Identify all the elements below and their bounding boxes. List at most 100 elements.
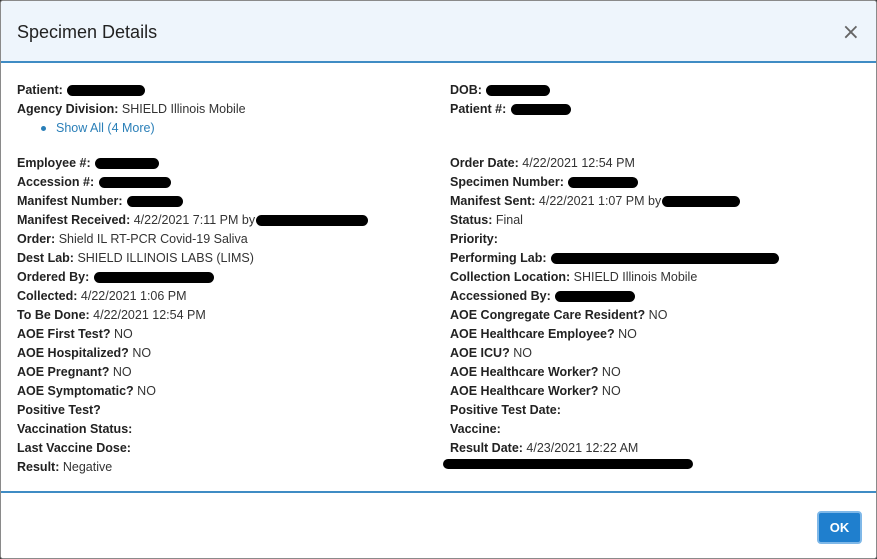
field-value: 4/22/2021 12:54 PM bbox=[522, 156, 635, 170]
field-ordered-by: Ordered By: bbox=[17, 268, 427, 287]
show-all-list-item: Show All (4 More) bbox=[17, 119, 427, 138]
close-icon[interactable]: × bbox=[842, 22, 860, 44]
field-positive-test: Positive Test? bbox=[17, 401, 427, 420]
field-value: SHIELD ILLINOIS LABS (LIMS) bbox=[77, 251, 254, 265]
field-collection-location: Collection Location: SHIELD Illinois Mob… bbox=[450, 268, 860, 287]
field-label: Manifest Received: bbox=[17, 213, 131, 227]
field-aoe-healthcare-worker: AOE Healthcare Worker? NO bbox=[450, 363, 860, 382]
field-label: AOE ICU? bbox=[450, 346, 510, 360]
field-label: Patient: bbox=[17, 83, 63, 97]
field-value: Shield IL RT-PCR Covid-19 Saliva bbox=[58, 232, 248, 246]
field-value: 4/22/2021 12:54 PM bbox=[93, 308, 206, 322]
field-label: Positive Test? bbox=[17, 403, 101, 417]
field-value: NO bbox=[114, 327, 133, 341]
field-order: Order: Shield IL RT-PCR Covid-19 Saliva bbox=[17, 230, 427, 249]
field-manifest-number: Manifest Number: bbox=[17, 192, 427, 211]
field-status: Status: Final bbox=[450, 211, 860, 230]
left-column: Patient: Agency Division: SHIELD Illinoi… bbox=[17, 81, 427, 477]
field-label: Order: bbox=[17, 232, 56, 246]
dialog-header: Specimen Details × bbox=[1, 1, 876, 63]
field-aoe-symptomatic: AOE Symptomatic? NO bbox=[17, 382, 427, 401]
field-label: Ordered By: bbox=[17, 270, 90, 284]
field-value: NO bbox=[601, 384, 621, 398]
field-label: AOE Symptomatic? bbox=[17, 384, 134, 398]
field-label: Priority: bbox=[450, 232, 498, 246]
field-label: Collected: bbox=[17, 289, 78, 303]
field-vaccination-status: Vaccination Status: bbox=[17, 420, 427, 439]
field-label: Positive Test Date: bbox=[450, 403, 561, 417]
field-label: Dest Lab: bbox=[17, 251, 74, 265]
field-label: Status: bbox=[450, 213, 493, 227]
field-value: SHIELD Illinois Mobile bbox=[121, 102, 246, 116]
field-value: NO bbox=[112, 365, 132, 379]
field-label: Employee #: bbox=[17, 156, 91, 170]
field-agency-division: Agency Division: SHIELD Illinois Mobile bbox=[17, 100, 427, 119]
field-aoe-healthcare-worker: AOE Healthcare Worker? NO bbox=[450, 382, 860, 401]
bullet-icon bbox=[41, 126, 46, 132]
field-value: 4/22/2021 7:11 PM by bbox=[133, 213, 256, 227]
field-to-be-done: To Be Done: 4/22/2021 12:54 PM bbox=[17, 306, 427, 325]
field-patient: Patient: bbox=[17, 81, 427, 100]
field-label: AOE Healthcare Worker? bbox=[450, 365, 599, 379]
field-label: AOE Healthcare Employee? bbox=[450, 327, 615, 341]
field-collected: Collected: 4/22/2021 1:06 PM bbox=[17, 287, 427, 306]
field-value: NO bbox=[648, 308, 668, 322]
field-last-vaccine-dose: Last Vaccine Dose: bbox=[17, 439, 427, 458]
field-label: Patient #: bbox=[450, 102, 507, 116]
field-label: Performing Lab: bbox=[450, 251, 547, 265]
field-value: NO bbox=[618, 327, 637, 341]
field-specimen-number: Specimen Number: bbox=[450, 173, 860, 192]
field-label: AOE Pregnant? bbox=[17, 365, 110, 379]
field-value: 4/22/2021 1:06 PM bbox=[80, 289, 187, 303]
field-dob: DOB: bbox=[450, 81, 860, 100]
field-label: Accessioned By: bbox=[450, 289, 551, 303]
right-column: DOB: Patient #: Order Date: 4/22/2021 12… bbox=[450, 81, 860, 458]
redaction-mark bbox=[443, 459, 693, 469]
field-aoe-congregate-care-resident: AOE Congregate Care Resident? NO bbox=[450, 306, 860, 325]
field-priority: Priority: bbox=[450, 230, 860, 249]
redaction-mark bbox=[555, 291, 636, 303]
redaction-mark bbox=[486, 85, 551, 97]
field-employee: Employee #: bbox=[17, 154, 427, 173]
redaction-mark bbox=[67, 85, 146, 97]
field-value: Final bbox=[495, 213, 523, 227]
field-result-date: Result Date: 4/23/2021 12:22 AM bbox=[450, 439, 860, 458]
field-aoe-icu: AOE ICU? NO bbox=[450, 344, 860, 363]
field-label: Accession #: bbox=[17, 175, 95, 189]
field-label: AOE Healthcare Worker? bbox=[450, 384, 599, 398]
field-value: 4/23/2021 12:22 AM bbox=[526, 441, 639, 455]
field-dest-lab: Dest Lab: SHIELD ILLINOIS LABS (LIMS) bbox=[17, 249, 427, 268]
field-value: 4/22/2021 1:07 PM by bbox=[538, 194, 662, 208]
field-value: NO bbox=[513, 346, 532, 360]
field-manifest-received: Manifest Received: 4/22/2021 7:11 PM by bbox=[17, 211, 427, 230]
field-vaccine: Vaccine: bbox=[450, 420, 860, 439]
field-manifest-sent: Manifest Sent: 4/22/2021 1:07 PM by bbox=[450, 192, 860, 211]
field-label: Vaccine: bbox=[450, 422, 501, 436]
field-order-date: Order Date: 4/22/2021 12:54 PM bbox=[450, 154, 860, 173]
field-label: Last Vaccine Dose: bbox=[17, 441, 131, 455]
field-value: NO bbox=[137, 384, 156, 398]
redaction-mark bbox=[662, 196, 741, 208]
field-value: NO bbox=[601, 365, 621, 379]
field-label: Specimen Number: bbox=[450, 175, 564, 189]
ok-button[interactable]: OK bbox=[817, 511, 862, 544]
field-label: AOE Congregate Care Resident? bbox=[450, 308, 646, 322]
dialog-title: Specimen Details bbox=[17, 22, 158, 42]
field-label: To Be Done: bbox=[17, 308, 90, 322]
field-aoe-pregnant: AOE Pregnant? NO bbox=[17, 363, 427, 382]
field-value: Negative bbox=[62, 460, 113, 474]
field-label: Collection Location: bbox=[450, 270, 571, 284]
field-label: Agency Division: bbox=[17, 102, 119, 116]
field-label: Manifest Sent: bbox=[450, 194, 536, 208]
field-label: Vaccination Status: bbox=[17, 422, 133, 436]
field-accessioned-by: Accessioned By: bbox=[450, 287, 860, 306]
field-label: AOE Hospitalized? bbox=[17, 346, 129, 360]
field-label: Result Date: bbox=[450, 441, 523, 455]
field-aoe-healthcare-employee: AOE Healthcare Employee? NO bbox=[450, 325, 860, 344]
field-value: SHIELD Illinois Mobile bbox=[573, 270, 698, 284]
show-all-link[interactable]: Show All (4 More) bbox=[56, 121, 155, 135]
redaction-mark bbox=[127, 196, 184, 208]
field-patient: Patient #: bbox=[450, 100, 860, 119]
field-result: Result: Negative bbox=[17, 458, 427, 477]
field-label: AOE First Test? bbox=[17, 327, 111, 341]
